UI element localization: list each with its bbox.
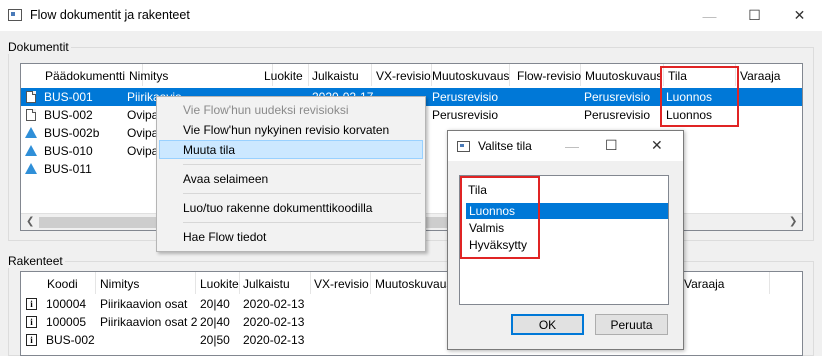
- dialog-title: Valitse tila: [478, 139, 532, 153]
- row-name: Ovipa: [127, 108, 159, 122]
- info-icon: i: [26, 334, 37, 346]
- row-published: 2020-02-13: [243, 315, 305, 329]
- column-header[interactable]: Muutoskuvaus: [371, 272, 452, 294]
- menu-item-change-state[interactable]: Muuta tila: [159, 140, 423, 159]
- options-highlight: [460, 176, 540, 259]
- structures-group-label: Rakenteet: [6, 254, 65, 268]
- menu-separator: [183, 193, 421, 194]
- row-main-document: BUS-011: [44, 162, 92, 176]
- menu-item-create-structure[interactable]: Luo/tuo rakenne dokumenttikoodilla: [159, 198, 423, 217]
- dialog-close-button[interactable]: ✕: [651, 137, 663, 154]
- dialog-app-icon: [457, 141, 470, 152]
- assembly-icon: [25, 163, 37, 174]
- row-name: Ovipa: [127, 126, 159, 140]
- row-code: 100004: [46, 297, 87, 311]
- table-row[interactable]: i BUS-002 20|50 2020-02-13: [21, 331, 802, 349]
- row-class: 20|50: [200, 333, 230, 347]
- row-main-document: BUS-001: [44, 90, 93, 104]
- column-header[interactable]: Flow-revisio: [513, 64, 581, 86]
- close-button[interactable]: ✕: [777, 0, 822, 31]
- row-class: 20|40: [200, 297, 230, 311]
- menu-item-fetch-flow-info[interactable]: Hae Flow tiedot: [159, 227, 423, 246]
- info-icon: i: [26, 316, 37, 328]
- row-class: 20|40: [200, 315, 230, 329]
- row-change-description: Perusrevisio: [432, 108, 499, 122]
- column-header[interactable]: Luokite: [260, 64, 309, 86]
- row-change-description: Perusrevisio: [432, 90, 499, 104]
- menu-item-export-new-revision[interactable]: Vie Flow'hun uudeksi revisioksi: [159, 100, 423, 119]
- row-name: Piirikaavion osat: [100, 297, 188, 311]
- column-header[interactable]: VX-revisio: [372, 64, 432, 86]
- row-code: BUS-002: [46, 333, 95, 347]
- assembly-icon: [25, 145, 37, 156]
- document-icon: [26, 91, 36, 103]
- row-published: 2020-02-13: [243, 333, 305, 347]
- row-main-document: BUS-002b: [44, 126, 100, 140]
- menu-separator: [183, 164, 421, 165]
- row-name: Ovipa: [127, 144, 159, 158]
- menu-item-open-in-browser[interactable]: Avaa selaimeen: [159, 169, 423, 188]
- row-code: 100005: [46, 315, 87, 329]
- table-row[interactable]: i 100004 Piirikaavion osat 20|40 2020-02…: [21, 295, 802, 313]
- column-header[interactable]: Varaaja: [680, 272, 770, 294]
- column-header[interactable]: Julkaistu: [308, 64, 372, 86]
- column-header[interactable]: Muutoskuvaus: [581, 64, 664, 86]
- row-published: 2020-02-13: [243, 297, 305, 311]
- column-header[interactable]: Varaaja: [736, 64, 802, 86]
- menu-separator: [183, 222, 421, 223]
- document-icon: [26, 109, 36, 121]
- menu-item-export-replace-revision[interactable]: Vie Flow'hun nykyinen revisio korvaten: [159, 120, 423, 139]
- app-icon: [8, 9, 22, 21]
- select-state-dialog: Valitse tila — ☐ ✕ Tila Luonnos Valmis H…: [447, 130, 684, 350]
- dialog-minimize-button[interactable]: —: [565, 138, 579, 154]
- scroll-left-icon[interactable]: ❮: [26, 216, 34, 227]
- column-header[interactable]: Nimitys: [123, 64, 273, 86]
- scroll-right-icon[interactable]: ❯: [789, 216, 797, 227]
- documents-group-label: Dokumentit: [6, 40, 71, 54]
- column-header[interactable]: VX-revisio: [310, 272, 371, 294]
- window-title: Flow dokumentit ja rakenteet: [30, 8, 190, 22]
- assembly-icon: [25, 127, 37, 138]
- table-row[interactable]: i 100005 Piirikaavion osat 2 20|40 2020-…: [21, 313, 802, 331]
- minimize-button[interactable]: —: [687, 0, 732, 31]
- column-header[interactable]: Koodi: [41, 272, 96, 294]
- row-main-document: BUS-002: [44, 108, 93, 122]
- maximize-button[interactable]: ☐: [732, 0, 777, 31]
- cancel-button[interactable]: Peruuta: [595, 314, 668, 335]
- ok-button[interactable]: OK: [511, 314, 584, 335]
- info-icon: i: [26, 298, 37, 310]
- structures-list[interactable]: Koodi Nimitys Luokite Julkaistu VX-revis…: [20, 271, 803, 356]
- row-change-description-2: Perusrevisio: [584, 108, 651, 122]
- dialog-maximize-button[interactable]: ☐: [605, 137, 618, 154]
- state-column-highlight: [660, 66, 739, 127]
- column-header[interactable]: Muutoskuvaus: [428, 64, 510, 86]
- row-name: Piirikaavion osat 2: [100, 315, 198, 329]
- column-header[interactable]: Luokite: [196, 272, 240, 294]
- column-header[interactable]: Julkaistu: [239, 272, 311, 294]
- context-menu: Vie Flow'hun uudeksi revisioksi Vie Flow…: [156, 96, 426, 252]
- column-header[interactable]: Nimitys: [96, 272, 196, 294]
- row-main-document: BUS-010: [44, 144, 93, 158]
- row-change-description-2: Perusrevisio: [584, 90, 651, 104]
